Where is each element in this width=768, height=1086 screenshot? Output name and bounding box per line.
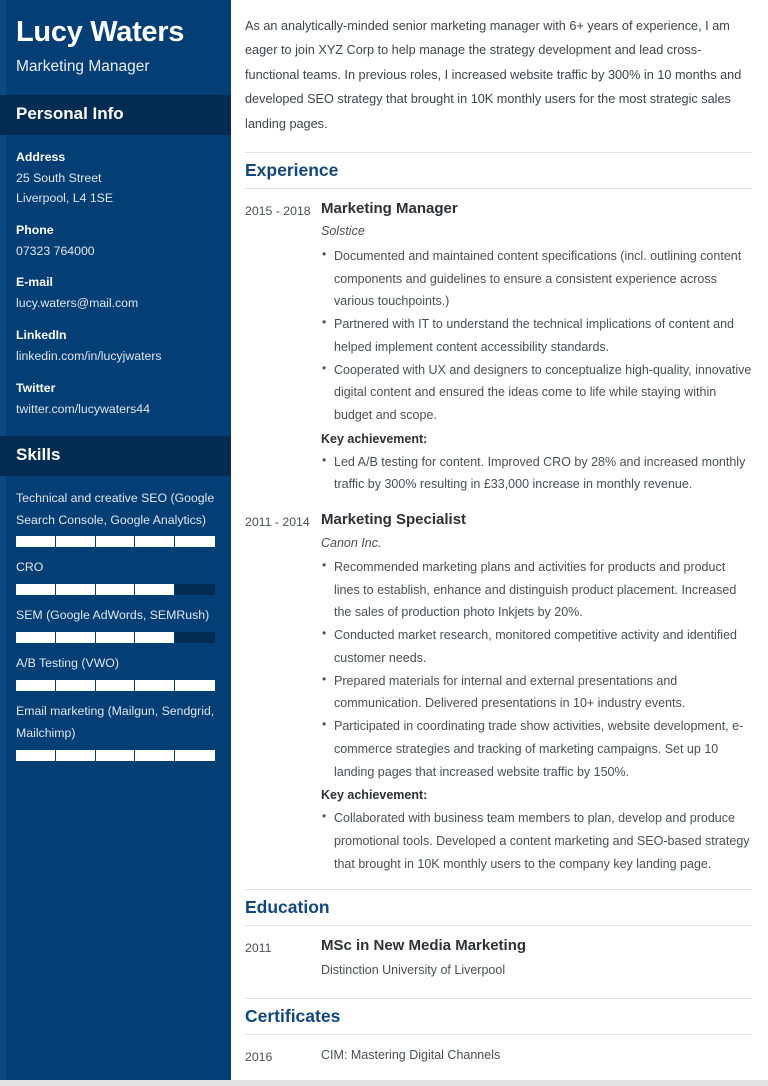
skill-item: Email marketing (Mailgun, Sendgrid, Mail… bbox=[16, 701, 215, 761]
skill-name: A/B Testing (VWO) bbox=[16, 656, 119, 671]
skill-level-segments bbox=[16, 680, 215, 692]
professional-summary: As an analytically-minded senior marketi… bbox=[245, 19, 742, 131]
personal-info-label: E-mail bbox=[16, 275, 53, 290]
bullet-item: Cooperated with UX and designers to conc… bbox=[321, 357, 752, 427]
skills-list: Technical and creative SEO (Google Searc… bbox=[0, 476, 231, 761]
bullet-item: Prepared materials for internal and exte… bbox=[321, 669, 752, 716]
page-bottom-strip bbox=[0, 1080, 768, 1086]
personal-info-item: LinkedIn linkedin.com/in/lucyjwaters bbox=[16, 327, 215, 367]
personal-info-heading-label: Personal Info bbox=[16, 104, 124, 124]
education-entry: 2011 MSc in New Media Marketing Distinctio… bbox=[245, 936, 752, 983]
personal-info-label: LinkedIn bbox=[16, 328, 67, 343]
skill-name: SEM (Google AdWords, SEMRush) bbox=[16, 608, 210, 623]
bullet-item: Collaborated with business team members … bbox=[321, 806, 752, 875]
resume-page: Lucy Waters Marketing Manager Personal I… bbox=[0, 0, 768, 1086]
main-content: As an analytically-minded senior marketi… bbox=[231, 0, 768, 1086]
personal-info-value: 07323 764000 bbox=[16, 243, 95, 258]
education-title: Education bbox=[245, 897, 330, 918]
certificates-section: Certificates 2016 CIM: Mastering Digital … bbox=[245, 997, 752, 1086]
personal-info-item: Phone 07323 764000 bbox=[16, 222, 215, 262]
education-entry-body: MSc in New Media Marketing Distinction Un… bbox=[321, 936, 752, 983]
skills-heading: Skills bbox=[0, 435, 231, 476]
personal-info-heading: Personal Info bbox=[0, 95, 231, 136]
personal-info-item: E-mail lucy.waters@mail.com bbox=[16, 274, 215, 314]
certificates-title: Certificates bbox=[245, 1005, 341, 1026]
skills-heading-label: Skills bbox=[16, 444, 61, 464]
skill-level-bar bbox=[16, 680, 215, 692]
personal-info-item: Address 25 South Street Liverpool, L4 1SE bbox=[16, 149, 215, 209]
skill-item: CRO bbox=[16, 557, 215, 596]
education-entry-degree: MSc in New Media Marketing bbox=[321, 937, 527, 955]
education-entry-dates: 2011 bbox=[245, 941, 272, 956]
certificate-line: CIM: Mastering Digital Channels bbox=[321, 1047, 501, 1062]
experience-entry-company: Solstice bbox=[321, 224, 365, 239]
skill-level-segments bbox=[16, 749, 215, 761]
experience-entry-bullets: Recommended marketing plans and activiti… bbox=[321, 555, 752, 784]
personal-info-value: twitter.com/lucywaters44 bbox=[16, 401, 150, 416]
personal-info-value: linkedin.com/in/lucyjwaters bbox=[16, 349, 162, 363]
skill-level-bar bbox=[16, 632, 215, 644]
skill-item: Technical and creative SEO (Google Searc… bbox=[16, 488, 215, 548]
skill-name: CRO bbox=[16, 560, 44, 575]
personal-info-label: Twitter bbox=[16, 380, 56, 395]
key-achievement-bullets: Collaborated with business team members … bbox=[321, 806, 752, 875]
sidebar: Lucy Waters Marketing Manager Personal I… bbox=[0, 0, 231, 1080]
skill-item: A/B Testing (VWO) bbox=[16, 653, 215, 692]
personal-info-list: Address 25 South Street Liverpool, L4 1SE P… bbox=[0, 135, 231, 420]
skill-level-bar bbox=[16, 584, 215, 596]
personal-info-value: lucy.waters@mail.com bbox=[16, 296, 139, 311]
personal-info-value: 25 South Street Liverpool, L4 1SE bbox=[16, 170, 114, 205]
experience-entry-bullets: Documented and maintained content specif… bbox=[321, 244, 752, 427]
bullet-item: Recommended marketing plans and activiti… bbox=[321, 555, 752, 624]
education-section: Education 2011 MSc in New Media Marketing… bbox=[245, 889, 752, 983]
experience-entry: 2011 - 2014 Marketing Specialist Canon Inc… bbox=[245, 510, 752, 875]
experience-entries: 2015 - 2018 Marketing Manager Solstice Docu… bbox=[245, 199, 752, 876]
personal-info-label: Phone bbox=[16, 222, 54, 237]
experience-entry-body: Marketing Manager Solstice Documented and … bbox=[321, 199, 752, 496]
experience-entry-company: Canon Inc. bbox=[321, 535, 382, 550]
experience-entry: 2015 - 2018 Marketing Manager Solstice Docu… bbox=[245, 199, 752, 496]
bullet-item: Documented and maintained content specif… bbox=[321, 244, 752, 313]
experience-entry-dates: 2015 - 2018 bbox=[245, 203, 311, 218]
bullet-item: Participated in coordinating trade show … bbox=[321, 714, 752, 783]
bullet-item: Conducted market research, monitored com… bbox=[321, 623, 752, 670]
personal-info-item: Twitter twitter.com/lucywaters44 bbox=[16, 380, 215, 420]
candidate-name: Lucy Waters bbox=[16, 16, 185, 48]
experience-section-header: Experience bbox=[245, 151, 752, 189]
education-entries: 2011 MSc in New Media Marketing Distinctio… bbox=[245, 936, 752, 983]
key-achievement-bullets: Led A/B testing for content. Improved CR… bbox=[321, 450, 752, 497]
skill-level-segments bbox=[16, 584, 215, 596]
key-achievement-label: Key achievement: bbox=[321, 788, 428, 803]
certificates-section-header: Certificates bbox=[245, 997, 752, 1035]
bullet-item: Partnered with IT to understand the tech… bbox=[321, 312, 752, 359]
skill-level-segments bbox=[16, 536, 215, 548]
experience-entry-body: Marketing Specialist Canon Inc. Recommende… bbox=[321, 510, 752, 875]
skill-name: Technical and creative SEO (Google Searc… bbox=[16, 490, 215, 527]
skill-item: SEM (Google AdWords, SEMRush) bbox=[16, 605, 215, 644]
experience-entry-role: Marketing Specialist bbox=[321, 511, 467, 528]
name-block: Lucy Waters Marketing Manager bbox=[0, 0, 231, 95]
skill-name: Email marketing (Mailgun, Sendgrid, Mail… bbox=[16, 704, 215, 740]
experience-entry-role: Marketing Manager bbox=[321, 199, 458, 217]
experience-section: Experience 2015 - 2018 Marketing Manager S… bbox=[245, 151, 752, 876]
experience-title: Experience bbox=[245, 159, 339, 180]
education-entry-school: Distinction University of Liverpool bbox=[321, 962, 506, 977]
personal-info-label: Address bbox=[16, 150, 66, 165]
key-achievement-label: Key achievement: bbox=[321, 431, 428, 446]
skill-level-bar bbox=[16, 536, 215, 548]
skill-level-bar bbox=[16, 749, 215, 761]
skill-level-segments bbox=[16, 632, 215, 644]
candidate-job-title: Marketing Manager bbox=[16, 58, 150, 76]
bullet-item: Led A/B testing for content. Improved CR… bbox=[321, 450, 752, 497]
education-section-header: Education bbox=[245, 889, 752, 927]
experience-entry-dates: 2011 - 2014 bbox=[245, 515, 310, 529]
